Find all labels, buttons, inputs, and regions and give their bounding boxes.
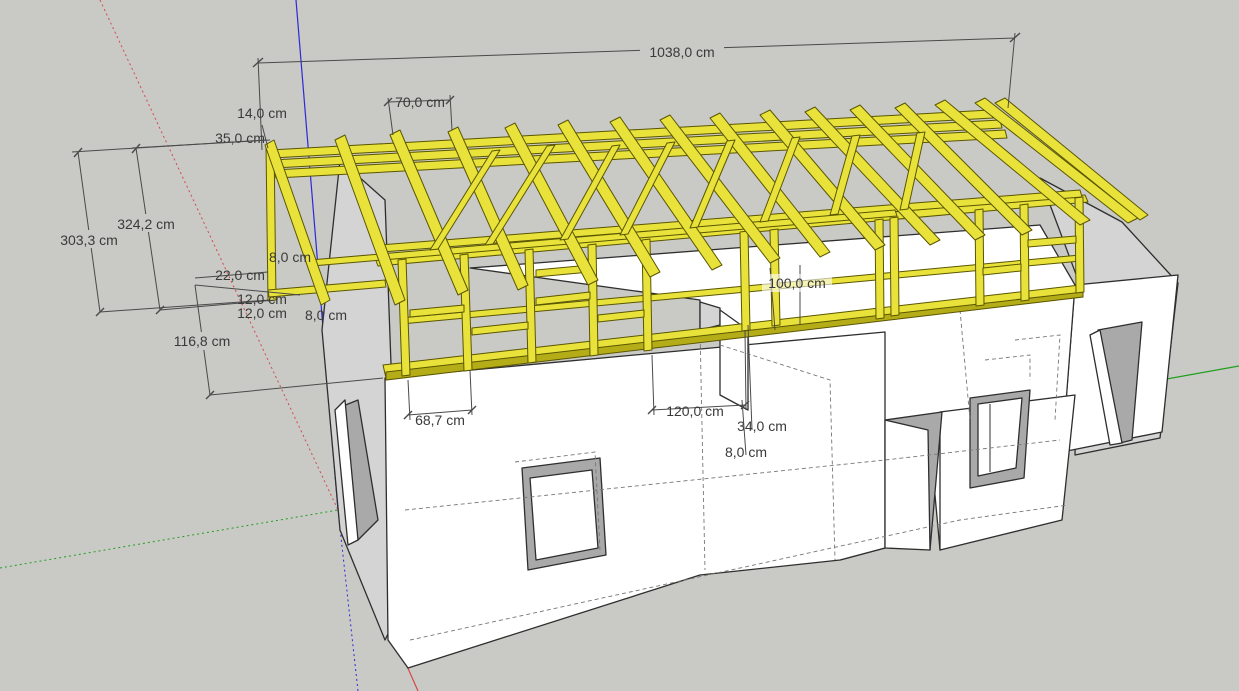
dim-beam-35: 35,0 cm <box>215 130 265 146</box>
stud-10 <box>974 208 985 307</box>
green-axis-dotted <box>0 509 339 569</box>
nogging-2 <box>471 321 529 336</box>
front-wall <box>384 331 886 669</box>
dim-12-b: 12,0 cm <box>237 305 287 321</box>
dim-8-side: 8,0 cm <box>305 307 347 323</box>
dim-22: 22,0 cm <box>215 267 265 283</box>
stud-11 <box>1019 203 1030 302</box>
dim-height-116: 116,8 cm <box>174 333 231 349</box>
dim-beam-14: 14,0 cm <box>237 105 287 121</box>
dim-total-length: 1038,0 cm <box>649 44 714 60</box>
dim-height-303: 303,3 cm <box>60 232 118 248</box>
dim-8-bottom: 8,0 cm <box>725 444 767 460</box>
front-door-side <box>884 419 931 551</box>
stud-1 <box>397 258 411 377</box>
nogging-4 <box>597 309 645 323</box>
dim-8-top: 8,0 cm <box>269 249 311 265</box>
window-left-inner <box>529 469 599 561</box>
dim-120: 120,0 cm <box>666 403 724 419</box>
window-right-inner <box>977 397 1023 477</box>
stud-6 <box>739 230 751 332</box>
dim-68: 68,7 cm <box>415 412 465 428</box>
stud-4 <box>587 243 599 357</box>
dim-rafter-spacing: 70,0 cm <box>395 94 445 110</box>
stud-8 <box>874 218 885 320</box>
dim-100: 100,0 cm <box>768 275 826 291</box>
dim-height-324: 324,2 cm <box>117 216 175 232</box>
sketchup-3d-viewport[interactable]: 1038,0 cm 70,0 cm 14,0 cm 35,0 cm 324,2 … <box>0 0 1239 691</box>
stud-9 <box>889 216 900 317</box>
